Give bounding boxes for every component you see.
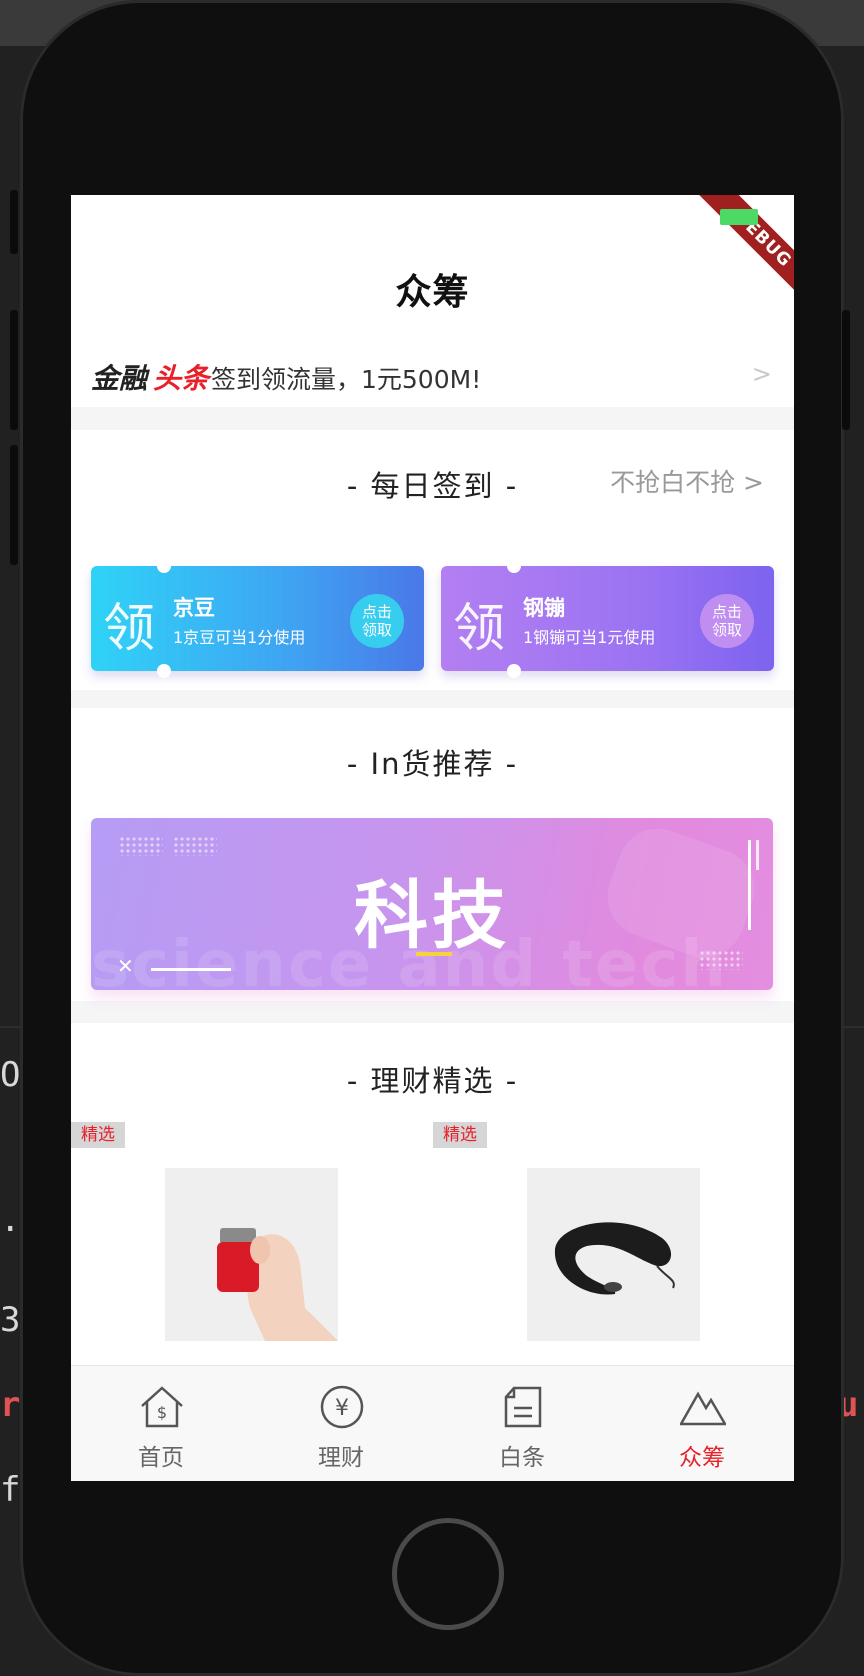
tech-banner[interactable]: science and tech 科技 ✕ [91,818,773,990]
chevron-right-icon[interactable]: > [752,360,772,388]
claim-button-line1: 点击 [361,603,392,621]
coupon-name: 钢镚 [523,596,565,620]
coupon-badge-char: 领 [103,599,156,659]
power-button [842,310,850,430]
bottom-tab-bar: $ 首页 ¥ 理财 白条 众筹 [71,1365,794,1481]
banner-line [151,968,231,971]
news-bar[interactable]: 金融 头条 签到领流量，1元500M! > [71,340,794,407]
close-mark-icon: ✕ [117,954,134,978]
coupon-notch [157,559,171,573]
claim-button-line1: 点击 [711,603,742,621]
coupon-name: 京豆 [173,596,215,620]
mountain-icon [680,1391,726,1426]
volume-down-button [10,445,18,565]
mute-switch [10,190,18,254]
product-image[interactable] [165,1168,338,1341]
coupon-notch [157,664,171,678]
banner-underline [416,952,452,956]
tab-finance[interactable]: ¥ 理财 [251,1366,431,1481]
ide-code-fragment: O [0,1055,21,1095]
tab-crowdfunding[interactable]: 众筹 [612,1366,792,1481]
neckband-product-image [527,1168,700,1341]
daily-signin-section: - 每日签到 - 不抢白不抢 > 领 京豆 1京豆可当1分使用 点击 领取 领 … [71,430,794,690]
app-bar: 众筹 DEBUG [71,195,794,340]
svg-text:¥: ¥ [335,1396,349,1421]
dot-pattern [173,836,217,856]
featured-tag: 精选 [71,1122,125,1148]
news-brand-logo-accent: 头条 [153,362,210,395]
product-image[interactable] [527,1168,700,1341]
claim-button[interactable]: 点击 领取 [350,594,404,648]
tab-baitiao[interactable]: 白条 [432,1366,612,1481]
tab-home[interactable]: $ 首页 [71,1366,251,1481]
speaker-product-image [165,1168,338,1341]
page-title: 众筹 [395,272,470,313]
tab-label: 白条 [499,1445,545,1471]
claim-button-line2: 领取 [361,621,392,639]
finance-section: - 理财精选 - 精选 精选 [71,1023,794,1365]
coupon-notch [507,664,521,678]
section-title: - In货推荐 - [346,747,519,781]
coupon-desc: 1京豆可当1分使用 [173,628,306,647]
banner-vertical-bar [756,840,759,870]
coupon-badge-char: 领 [453,599,506,659]
featured-tag: 精选 [433,1122,487,1148]
claim-button[interactable]: 点击 领取 [700,594,754,648]
coupon-notch [507,559,521,573]
ide-code-fragment: r [0,1385,21,1425]
svg-text:$: $ [157,1403,167,1422]
app-screen: 众筹 DEBUG 金融 头条 签到领流量，1元500M! > - 每日签到 - … [71,195,794,1481]
ide-code-fragment: . [0,1200,21,1240]
section-title: - 理财精选 - [346,1064,519,1098]
home-button[interactable] [392,1518,504,1630]
banner-title: 科技 [354,873,510,959]
home-icon: $ [141,1386,183,1428]
news-brand-logo: 金融 [91,362,148,395]
coupon-jingdou[interactable]: 领 京豆 1京豆可当1分使用 点击 领取 [91,559,424,678]
tab-label: 首页 [138,1445,184,1471]
coupon-desc: 1钢镚可当1元使用 [523,628,656,647]
tab-label: 理财 [318,1445,364,1471]
banner-vertical-bar [748,840,751,930]
claim-button-line2: 领取 [711,621,742,639]
battery-icon [720,209,758,225]
tab-label: 众筹 [679,1445,725,1471]
yen-icon: ¥ [320,1385,364,1429]
recommend-section: - In货推荐 - science and tech 科技 ✕ [71,708,794,1001]
coupon-gangbeng[interactable]: 领 钢镚 1钢镚可当1元使用 点击 领取 [441,559,774,678]
more-link[interactable]: 不抢白不抢 > [610,463,764,499]
document-icon [504,1386,542,1428]
volume-up-button [10,310,18,430]
news-headline[interactable]: 签到领流量，1元500M! [211,360,481,396]
dot-pattern [119,836,163,856]
